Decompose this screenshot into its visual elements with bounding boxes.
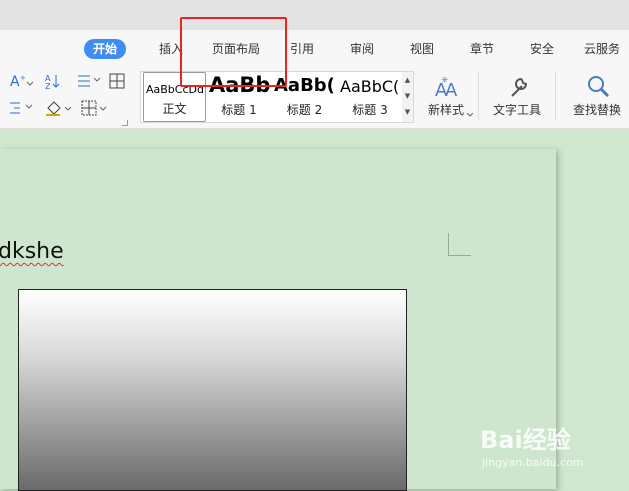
- indent-icon[interactable]: [8, 99, 33, 117]
- gradient-image[interactable]: [18, 289, 407, 491]
- magnifier-icon: [588, 76, 610, 98]
- document-text[interactable]: dkshe: [0, 239, 64, 264]
- style-heading-1-label: 标题 1: [221, 103, 257, 117]
- gallery-more-icon[interactable]: ▼: [402, 104, 413, 120]
- style-heading-3-label: 标题 3: [352, 103, 388, 117]
- tab-view[interactable]: 视图: [410, 39, 434, 59]
- window-title-bar: [0, 0, 629, 30]
- style-normal-label: 正文: [162, 102, 187, 116]
- ribbon-separator: [478, 72, 479, 120]
- ribbon-toolbar: A + AZ AaBbCcDd 正文 AaBb 标题 1 AaBb( 标题 2 A…: [0, 66, 629, 129]
- line-spacing-icon[interactable]: [76, 72, 101, 90]
- new-style-icon: A A ✳: [435, 76, 458, 100]
- gallery-up-arrow-icon[interactable]: ▲: [402, 72, 413, 88]
- style-heading-2-label: 标题 2: [286, 103, 323, 117]
- wrench-icon: [511, 77, 528, 97]
- watermark-url: jingyan.baidu.com: [482, 456, 584, 469]
- watermark-brand: Bai经验: [480, 426, 571, 454]
- style-gallery-scroller: ▲ ▼ ▼: [402, 71, 414, 123]
- sort-icon[interactable]: AZ: [44, 72, 68, 90]
- style-heading-3-preview: AaBbC(: [340, 77, 400, 96]
- find-replace-button[interactable]: 查找替换: [566, 70, 628, 124]
- tab-home[interactable]: 开始: [84, 39, 127, 59]
- table-border-icon[interactable]: [108, 72, 132, 90]
- document-page[interactable]: dkshe: [0, 149, 556, 491]
- change-case-icon[interactable]: A +: [8, 72, 34, 90]
- tab-cloud-service[interactable]: 云服务: [584, 39, 620, 59]
- tab-security[interactable]: 安全: [530, 39, 554, 59]
- tab-references[interactable]: 引用: [290, 39, 314, 59]
- new-style-label: 新样式: [427, 103, 464, 117]
- shading-fill-icon[interactable]: [44, 99, 72, 117]
- annotation-highlight-box: [180, 17, 287, 87]
- svg-text:A: A: [10, 74, 20, 90]
- svg-text:✳: ✳: [441, 76, 449, 86]
- ribbon-tab-bar: 开始 插入 页面布局 引用 审阅 视图 章节 安全 云服务: [0, 30, 629, 66]
- gallery-down-arrow-icon[interactable]: ▼: [402, 88, 413, 104]
- svg-text:+: +: [20, 74, 26, 82]
- tab-chapter[interactable]: 章节: [470, 39, 494, 59]
- find-replace-label: 查找替换: [572, 103, 621, 117]
- ribbon-separator: [555, 72, 556, 120]
- new-style-dropdown-arrow[interactable]: [466, 102, 474, 117]
- tab-review[interactable]: 审阅: [350, 39, 374, 59]
- margin-corner-mark: [448, 233, 471, 256]
- svg-text:Z: Z: [45, 82, 51, 90]
- paragraph-dialog-launcher[interactable]: [122, 120, 128, 126]
- style-heading-3[interactable]: AaBbC( 标题 3: [338, 72, 402, 122]
- text-tools-label: 文字工具: [492, 103, 541, 117]
- baidu-watermark: Bai经验 jingyan.baidu.com: [480, 420, 620, 476]
- text-tools-button[interactable]: 文字工具: [486, 70, 548, 124]
- new-style-button[interactable]: A A ✳ 新样式: [420, 70, 472, 124]
- borders-icon[interactable]: [80, 99, 107, 117]
